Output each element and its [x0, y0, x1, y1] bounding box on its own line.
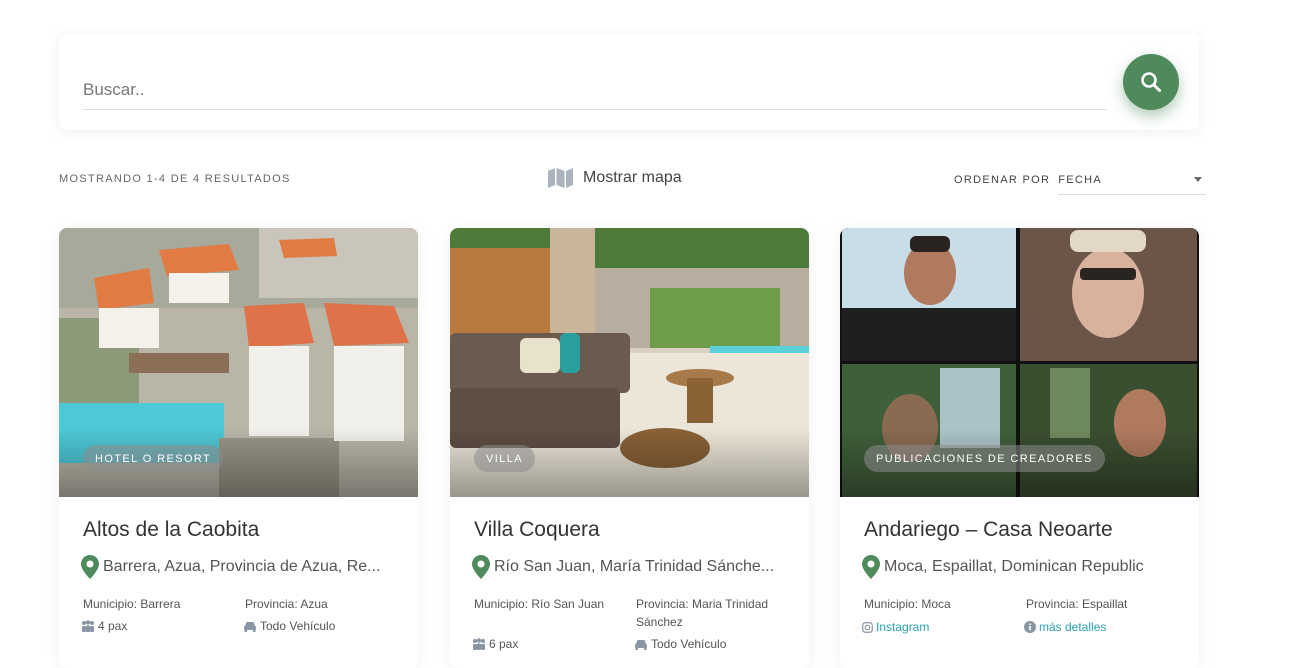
listing-photo[interactable]: HOTEL O RESORT: [59, 228, 418, 497]
listing-title[interactable]: Altos de la Caobita: [83, 518, 259, 542]
people-icon: [473, 638, 485, 650]
listing-location: Barrera, Azua, Provincia de Azua, Re...: [81, 555, 401, 579]
listing-location: Río San Juan, María Trinidad Sánche...: [472, 555, 792, 579]
location-pin-icon: [862, 555, 880, 579]
show-map-toggle[interactable]: Mostrar mapa: [547, 167, 682, 189]
listing-location-text: Barrera, Azua, Provincia de Azua, Re...: [103, 558, 381, 575]
search-button[interactable]: [1123, 54, 1179, 110]
listing-card[interactable]: HOTEL O RESORT Altos de la Caobita Barre…: [59, 228, 418, 668]
listing-capacity: 4 pax: [81, 617, 127, 635]
search-bar: [59, 34, 1199, 130]
show-map-label: Mostrar mapa: [583, 169, 682, 186]
people-icon: [82, 620, 94, 632]
location-pin-icon: [81, 555, 99, 579]
instagram-link-text[interactable]: Instagram: [876, 620, 929, 634]
chevron-down-icon: [1194, 177, 1203, 182]
listing-provincia: Provincia: Azua: [245, 597, 328, 611]
info-icon: [1024, 621, 1036, 633]
search-icon: [1141, 72, 1161, 92]
listing-vehicle-text: Todo Vehículo: [260, 619, 336, 633]
listing-title[interactable]: Andariego – Casa Neoarte: [864, 518, 1113, 542]
search-input[interactable]: [83, 70, 1107, 110]
listing-municipio: Municipio: Moca: [864, 597, 951, 611]
listing-provincia: Provincia: Espaillat: [1026, 597, 1128, 611]
instagram-icon: [862, 622, 873, 633]
listing-location-text: Río San Juan, María Trinidad Sánche...: [494, 558, 775, 575]
more-details-link[interactable]: más detalles: [1024, 618, 1106, 636]
listing-capacity: 6 pax: [472, 635, 518, 653]
listing-vehicle: Todo Vehículo: [634, 635, 726, 653]
listing-capacity-text: 4 pax: [98, 619, 128, 633]
category-badge: VILLA: [474, 445, 535, 472]
sort-label: ORDENAR POR: [954, 174, 1051, 186]
category-badge: HOTEL O RESORT: [83, 445, 224, 472]
car-icon: [244, 622, 256, 632]
listing-photo[interactable]: VILLA: [450, 228, 809, 497]
map-icon: [548, 168, 573, 188]
results-count: MOSTRANDO 1-4 DE 4 RESULTADOS: [59, 173, 291, 185]
sort-select[interactable]: FECHA: [1058, 165, 1207, 195]
listing-capacity-text: 6 pax: [489, 637, 519, 651]
listing-vehicle-text: Todo Vehículo: [651, 637, 727, 651]
category-badge: PUBLICACIONES DE CREADORES: [864, 445, 1105, 472]
more-details-link-text[interactable]: más detalles: [1039, 620, 1106, 634]
listing-provincia: Provincia: Maria Trinidad Sánchez: [636, 597, 769, 629]
listing-vehicle: Todo Vehículo: [243, 617, 335, 635]
location-pin-icon: [472, 555, 490, 579]
listing-municipio: Municipio: Barrera: [83, 597, 181, 611]
listing-photo[interactable]: PUBLICACIONES DE CREADORES: [840, 228, 1199, 497]
listing-location: Moca, Espaillat, Dominican Republic: [862, 555, 1182, 579]
sort-value: FECHA: [1058, 173, 1102, 186]
listing-title[interactable]: Villa Coquera: [474, 518, 600, 542]
instagram-link[interactable]: Instagram: [862, 618, 929, 636]
sort-control: ORDENAR POR FECHA: [954, 165, 1207, 195]
listing-location-text: Moca, Espaillat, Dominican Republic: [884, 558, 1144, 575]
listing-municipio: Municipio: Río San Juan: [474, 597, 605, 611]
car-icon: [635, 640, 647, 650]
listing-card[interactable]: PUBLICACIONES DE CREADORES Andariego – C…: [840, 228, 1199, 668]
listing-card[interactable]: VILLA Villa Coquera Río San Juan, María …: [450, 228, 809, 668]
